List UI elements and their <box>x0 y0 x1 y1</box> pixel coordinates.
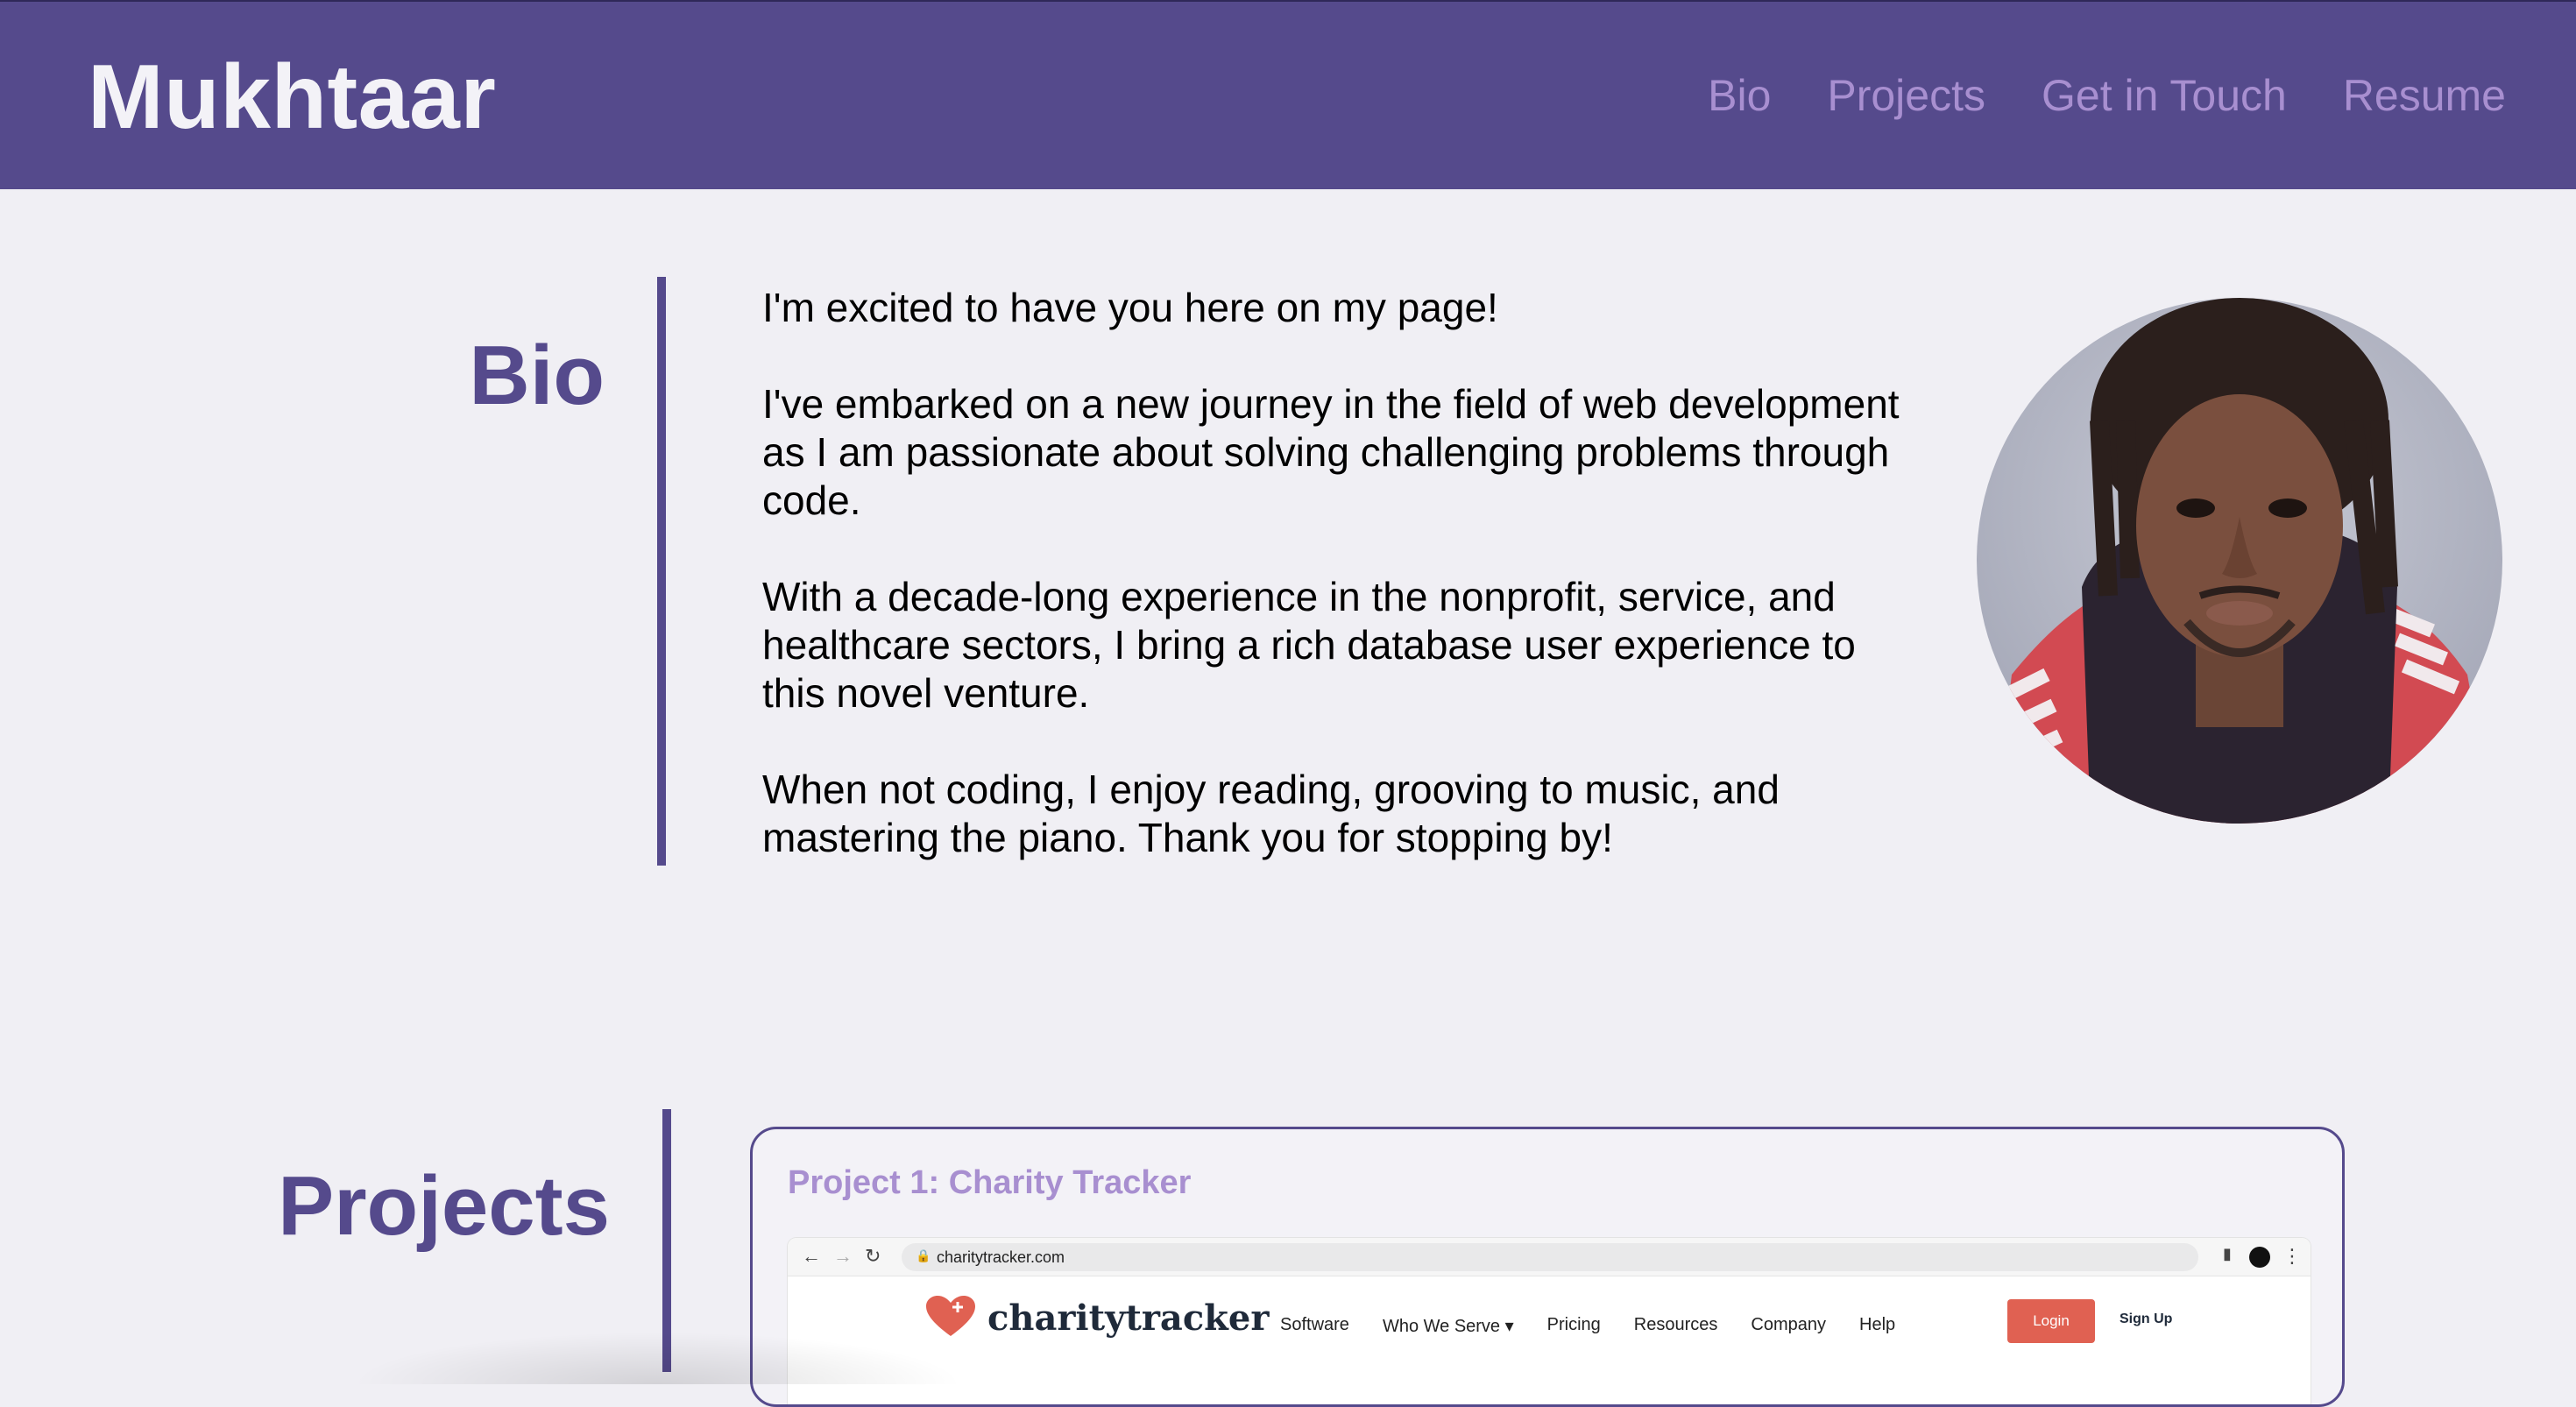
ct-link-who-we-serve: Who We Serve ▾ <box>1382 1317 1514 1336</box>
sidebar-icon: ▮ <box>2223 1245 2232 1262</box>
site-brand[interactable]: Mukhtaar <box>88 46 496 150</box>
project-title[interactable]: Project 1: Charity Tracker <box>788 1164 1191 1202</box>
bio-heading: Bio <box>469 329 605 422</box>
profile-photo <box>1977 298 2502 824</box>
project-card[interactable]: Project 1: Charity Tracker ← → ↻ 🔒 chari… <box>750 1127 2345 1407</box>
project-screenshot[interactable]: ← → ↻ 🔒 charitytracker.com ▮ ⋮ charitytr… <box>788 1238 2311 1404</box>
reload-icon: ↻ <box>865 1245 881 1267</box>
address-url: charitytracker.com <box>937 1248 1065 1266</box>
bottom-shadow <box>350 1332 964 1384</box>
nav-link-bio[interactable]: Bio <box>1708 70 1771 121</box>
ct-link-pricing: Pricing <box>1546 1315 1601 1334</box>
bio-paragraph: With a decade-long experience in the non… <box>762 574 1856 716</box>
address-bar: 🔒 charitytracker.com <box>902 1243 2198 1271</box>
ct-link-resources: Resources <box>1633 1315 1718 1334</box>
charitytracker-links: Software Who We Serve ▾ Pricing Resource… <box>1280 1315 1895 1337</box>
site-header: Mukhtaar Bio Projects Get in Touch Resum… <box>0 0 2576 189</box>
bio-text: I'm excited to have you here on my page!… <box>762 284 1919 910</box>
lock-icon: 🔒 <box>916 1248 931 1262</box>
ct-link-help: Help <box>1859 1315 1896 1334</box>
ct-signup-link: Sign Up <box>2120 1312 2173 1326</box>
nav-link-projects[interactable]: Projects <box>1827 70 1985 121</box>
back-arrow-icon: ← <box>802 1245 821 1267</box>
main-nav: Bio Projects Get in Touch Resume <box>1708 70 2506 121</box>
projects-heading: Projects <box>278 1159 610 1253</box>
bio-paragraph: I've embarked on a new journey in the fi… <box>762 381 1900 523</box>
ct-login-button: Login <box>2007 1299 2095 1343</box>
ct-link-company: Company <box>1751 1315 1827 1334</box>
charitytracker-nav: charitytracker Software Who We Serve ▾ P… <box>788 1276 2311 1364</box>
ct-link-software: Software <box>1280 1315 1349 1334</box>
charitytracker-logo: charitytracker <box>987 1297 1270 1339</box>
nav-link-resume[interactable]: Resume <box>2343 70 2506 121</box>
kebab-menu-icon: ⋮ <box>2282 1245 2302 1267</box>
bio-divider <box>657 277 666 866</box>
browser-toolbar: ← → ↻ 🔒 charitytracker.com ▮ ⋮ <box>788 1238 2311 1276</box>
nav-link-get-in-touch[interactable]: Get in Touch <box>2042 70 2287 121</box>
profile-photo-image <box>1991 298 2494 824</box>
forward-arrow-icon: → <box>833 1245 853 1267</box>
profile-icon <box>2249 1247 2270 1268</box>
bio-paragraph: When not coding, I enjoy reading, groovi… <box>762 767 1780 860</box>
bio-paragraph: I'm excited to have you here on my page! <box>762 285 1498 330</box>
